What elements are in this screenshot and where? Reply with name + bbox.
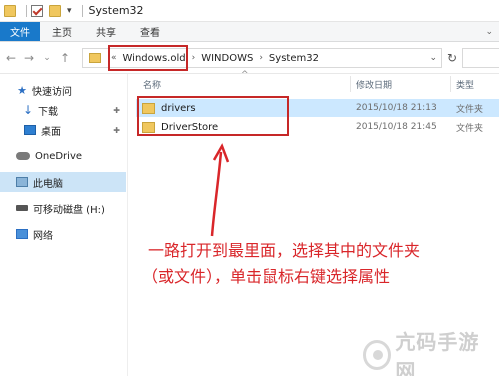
star-icon: ★ xyxy=(17,83,27,97)
up-arrow-icon[interactable]: ↑ xyxy=(58,48,72,68)
desktop-icon xyxy=(24,125,36,135)
file-type: 文件夹 xyxy=(456,123,484,134)
navigation-pane: ★ 快速访问 ↓ 下载 ✚ 桌面 ✚ OneDrive 此电脑 可移动磁盘 (H… xyxy=(0,74,126,376)
sidebar-item-removable-disk[interactable]: 可移动磁盘 (H:) xyxy=(0,198,126,218)
ribbon-tabs: 文件 主页 共享 查看 ⌄ xyxy=(0,22,499,42)
sidebar-item-label: 此电脑 xyxy=(33,178,63,190)
search-input[interactable] xyxy=(462,48,499,68)
address-dropdown-icon[interactable]: ⌄ xyxy=(429,53,437,63)
pin-icon[interactable]: ✚ xyxy=(113,106,120,115)
annotation-line-2: （或文件），单击鼠标右键选择属性 xyxy=(142,267,391,286)
column-header-type[interactable]: 类型 xyxy=(456,78,474,91)
address-highlight-box xyxy=(108,45,188,71)
title-bar: ▾ System32 xyxy=(0,0,499,22)
sidebar-item-network[interactable]: 网络 xyxy=(0,224,126,244)
chevron-right-icon[interactable]: › xyxy=(192,53,196,63)
files-highlight-box xyxy=(137,96,289,136)
window-title: System32 xyxy=(88,4,144,17)
navigation-row: ← → ⌄ ↑ « Windows.old › WINDOWS › System… xyxy=(0,42,499,74)
tab-file[interactable]: 文件 xyxy=(0,22,40,41)
sidebar-item-label: 桌面 xyxy=(41,126,61,138)
sidebar-item-onedrive[interactable]: OneDrive xyxy=(0,146,126,166)
file-type: 文件夹 xyxy=(456,104,484,115)
cloud-icon xyxy=(16,152,30,160)
network-icon xyxy=(16,229,28,239)
watermark-text: 亢码手游网 xyxy=(395,330,480,376)
pane-divider[interactable] xyxy=(127,74,128,376)
refresh-icon[interactable]: ↻ xyxy=(445,50,459,66)
tab-home[interactable]: 主页 xyxy=(40,22,84,41)
download-icon: ↓ xyxy=(22,103,34,117)
annotation-line-1: 一路打开到最里面，选择其中的文件夹 xyxy=(148,241,421,260)
sidebar-item-label: 网络 xyxy=(33,230,53,242)
sidebar-item-label: OneDrive xyxy=(35,150,83,162)
sidebar-item-label: 可移动磁盘 (H:) xyxy=(33,204,105,216)
back-arrow-icon[interactable]: ← xyxy=(4,48,18,68)
tab-view[interactable]: 查看 xyxy=(128,22,172,41)
usb-drive-icon xyxy=(16,205,28,211)
sidebar-item-label: 快速访问 xyxy=(32,86,72,98)
forward-arrow-icon[interactable]: → xyxy=(22,48,36,68)
column-divider[interactable] xyxy=(350,76,351,92)
breadcrumb-windows[interactable]: WINDOWS xyxy=(199,53,255,64)
sidebar-item-this-pc[interactable]: 此电脑 xyxy=(0,172,126,192)
recent-dropdown-icon[interactable]: ⌄ xyxy=(40,48,54,68)
annotation-text: 一路打开到最里面，选择其中的文件夹 （或文件），单击鼠标右键选择属性 xyxy=(142,238,488,290)
ribbon-expand-icon[interactable]: ⌄ xyxy=(485,22,493,41)
properties-check-icon[interactable] xyxy=(31,4,43,17)
pc-icon xyxy=(16,177,28,187)
title-separator xyxy=(81,4,83,17)
breadcrumb-system32[interactable]: System32 xyxy=(267,53,321,64)
column-header-name[interactable]: 名称 xyxy=(143,78,161,91)
new-folder-icon[interactable] xyxy=(49,4,61,17)
tab-share[interactable]: 共享 xyxy=(84,22,128,41)
file-date: 2015/10/18 21:13 xyxy=(356,103,437,113)
sidebar-item-label: 下载 xyxy=(38,106,58,118)
folder-icon xyxy=(89,53,101,63)
watermark: 亢码手游网 xyxy=(363,330,493,376)
watermark-logo-icon xyxy=(363,340,392,370)
sidebar-item-downloads[interactable]: ↓ 下载 ✚ xyxy=(0,100,126,120)
quick-access-dropdown-icon[interactable]: ▾ xyxy=(67,6,72,16)
column-divider[interactable] xyxy=(450,76,451,92)
file-date: 2015/10/18 21:45 xyxy=(356,122,437,132)
toolbar-separator xyxy=(26,4,27,17)
chevron-right-icon[interactable]: › xyxy=(259,53,263,63)
sidebar-item-quick-access[interactable]: ★ 快速访问 xyxy=(0,80,126,100)
column-header-date[interactable]: 修改日期 xyxy=(356,78,392,91)
sort-ascending-icon: ^ xyxy=(241,70,249,80)
sidebar-item-desktop[interactable]: 桌面 ✚ xyxy=(0,120,126,140)
pin-icon[interactable]: ✚ xyxy=(113,126,120,135)
folder-icon xyxy=(4,4,16,17)
